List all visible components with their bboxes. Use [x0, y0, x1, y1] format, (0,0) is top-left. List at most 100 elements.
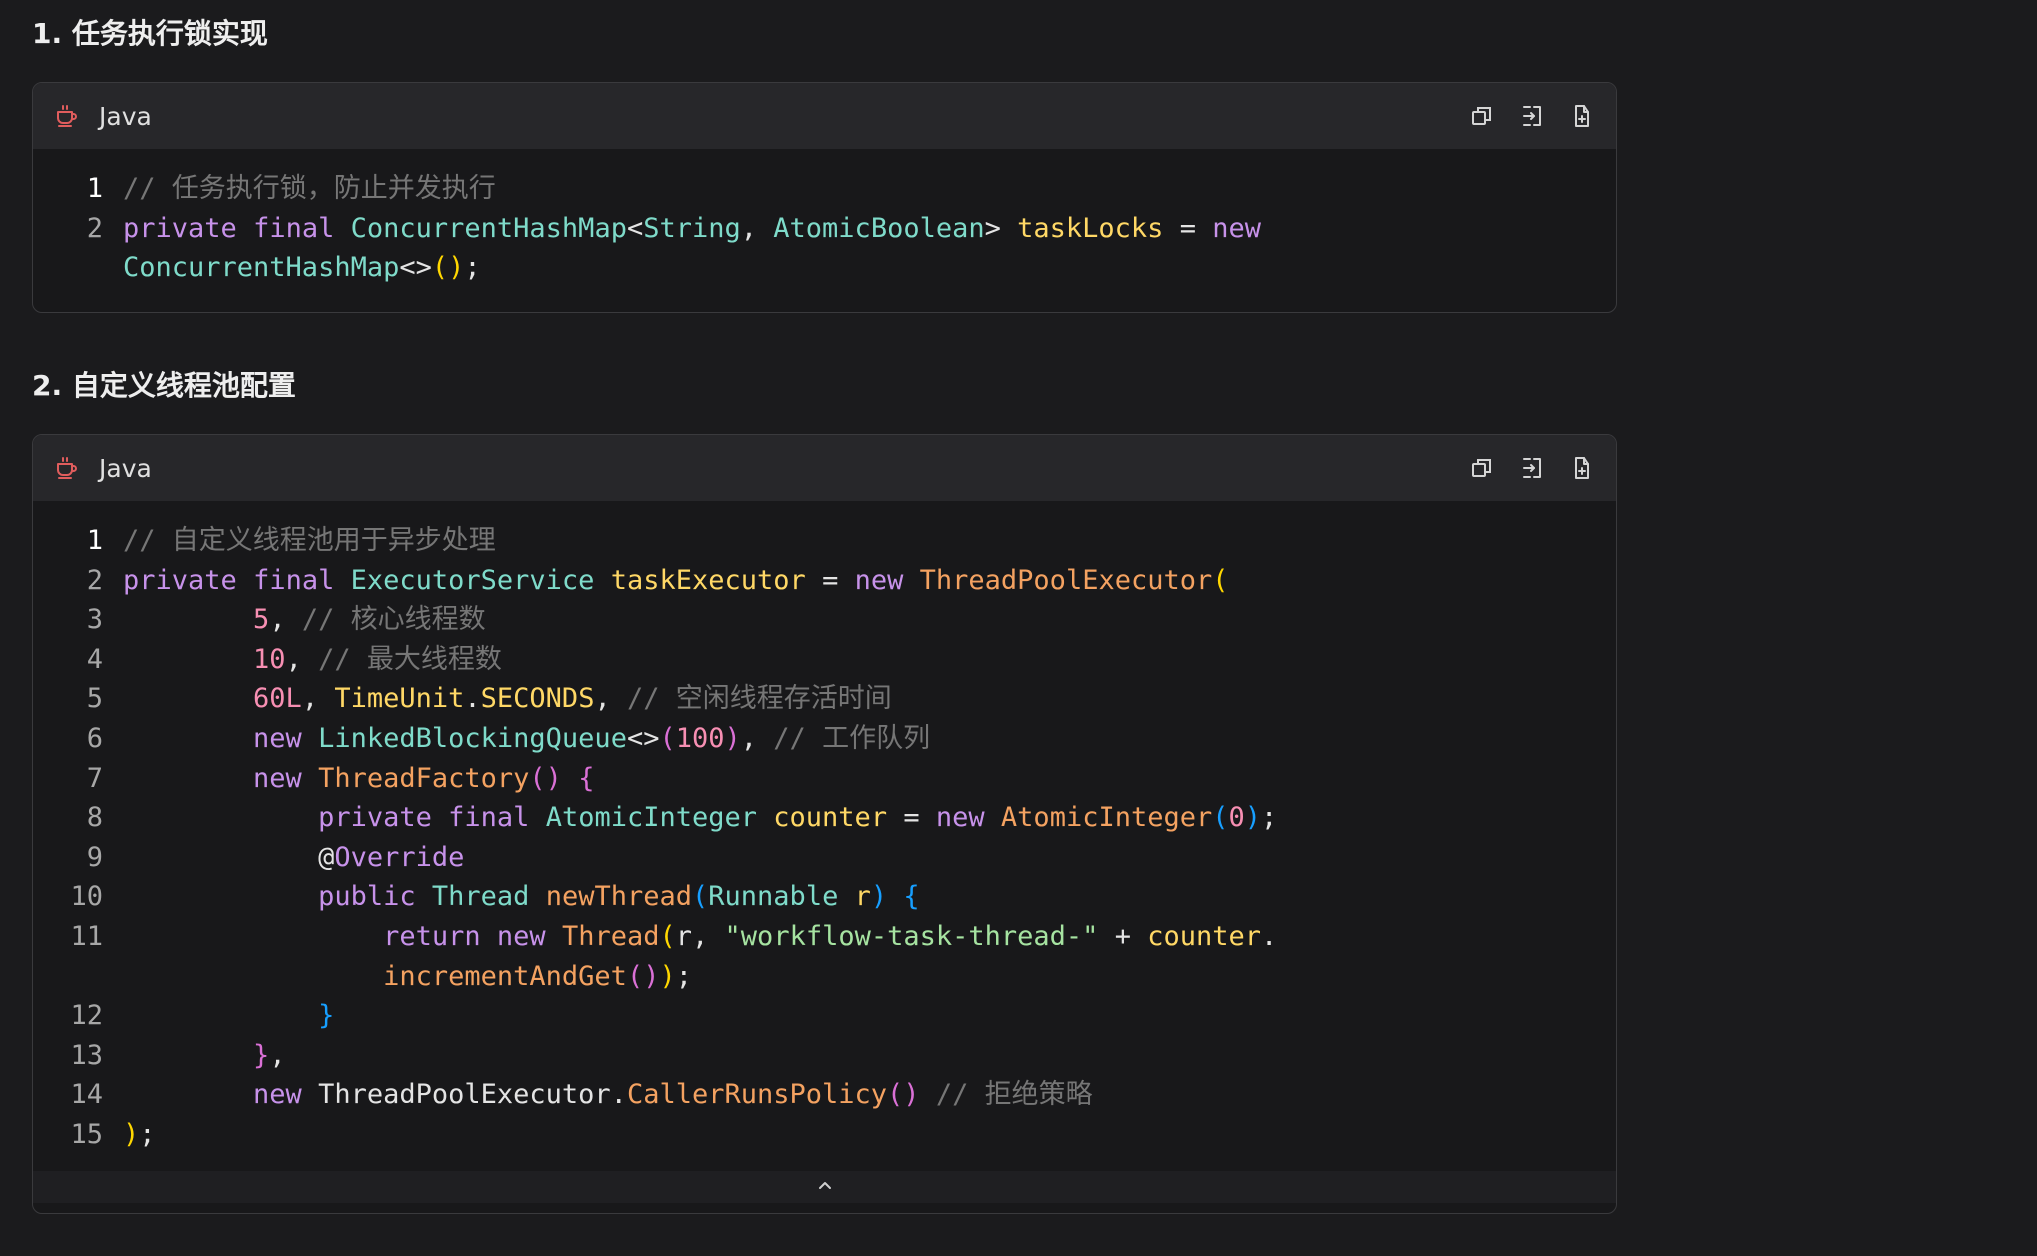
code-token: >: [984, 212, 1001, 244]
code-token: ,: [269, 604, 302, 636]
line-number: 15: [70, 1118, 103, 1150]
new-file-icon[interactable]: [1568, 454, 1596, 482]
code-token: 0: [1228, 802, 1245, 834]
code-token: ExecutorService: [350, 564, 595, 596]
code-token: new: [935, 802, 985, 834]
code-token: Override: [334, 841, 465, 873]
code-line: 1 // 任务执行锁，防止并发执行: [33, 169, 1616, 209]
code-text: 10, // 最大线程数: [123, 640, 502, 680]
code-token: ThreadPoolExecutor.: [301, 1079, 627, 1111]
code-token: }: [318, 1000, 335, 1032]
code-text: },: [123, 1036, 286, 1076]
code-token: +: [1114, 920, 1131, 952]
code-body: 1 // 自定义线程池用于异步处理 2 private final ExecutorS…: [33, 501, 1616, 1171]
insert-icon[interactable]: [1518, 102, 1546, 130]
code-line: 3 5, // 核心线程数: [33, 600, 1616, 640]
code-token: ;: [1261, 802, 1278, 834]
code-token: ThreadPoolExecutor: [919, 564, 1213, 596]
code-token: new: [253, 1079, 302, 1111]
code-token: 10: [253, 643, 286, 675]
code-text: }: [123, 996, 334, 1036]
code-token: // 拒绝策略: [935, 1079, 1093, 1111]
new-file-icon[interactable]: [1568, 102, 1596, 130]
code-token: private: [123, 564, 237, 596]
code-token: // 核心线程数: [301, 604, 486, 636]
section-title-thread-pool: 2. 自定义线程池配置: [32, 369, 296, 402]
code-line: 15);: [33, 1115, 1616, 1155]
code-token: ,: [269, 1039, 286, 1071]
code-token: AtomicInteger: [1000, 802, 1213, 834]
code-token: private: [123, 212, 237, 244]
code-token: new: [253, 762, 302, 794]
code-token: =: [822, 564, 839, 596]
code-token: final: [253, 564, 335, 596]
code-line: 9 @Override: [33, 838, 1616, 878]
code-token: Thread: [431, 881, 530, 913]
code-token: LinkedBlockingQueue: [318, 722, 627, 754]
line-number: 1: [86, 173, 103, 204]
copy-icon[interactable]: [1468, 454, 1496, 482]
line-number: 1: [86, 525, 103, 556]
code-token: ConcurrentHashMap: [350, 212, 627, 244]
code-token: ,: [301, 683, 335, 715]
code-line: 2 private final ExecutorService taskExecu…: [33, 561, 1616, 601]
code-text: new ThreadPoolExecutor.CallerRunsPolicy(…: [123, 1075, 1093, 1115]
coffee-cup-icon: [53, 102, 81, 130]
code-text: 60L, TimeUnit.SECONDS, // 空闲线程存活时间: [123, 679, 892, 719]
code-token: taskExecutor: [610, 564, 806, 596]
section-title-task-lock: 1. 任务执行锁实现: [32, 17, 268, 50]
code-token: (): [626, 960, 660, 992]
code-token: Thread: [561, 920, 660, 952]
line-number: 10: [70, 881, 103, 913]
code-text: // 任务执行锁，防止并发执行: [123, 169, 496, 209]
line-number: 9: [86, 841, 103, 873]
language-label: Java: [99, 101, 152, 131]
code-token: String: [643, 212, 741, 244]
code-text: private final ConcurrentHashMap<String, …: [123, 209, 1261, 249]
code-block-header: Java: [33, 435, 1616, 501]
code-text: public Thread newThread(Runnable r) {: [123, 877, 920, 917]
code-token: @: [318, 841, 335, 873]
code-token: =: [903, 802, 920, 834]
code-line: 8 private final AtomicInteger counter = …: [33, 798, 1616, 838]
code-token: ,: [740, 212, 774, 244]
code-token: // 自定义线程池用于异步处理: [123, 525, 496, 556]
code-token: ,: [594, 683, 627, 715]
line-number: [33, 957, 123, 997]
code-token: SECONDS: [480, 683, 595, 715]
code-token: <: [626, 212, 644, 244]
code-block-thread-pool: Java 1 // 自定义线程池用于异步处理 2 private final Exec…: [32, 434, 1617, 1214]
insert-icon[interactable]: [1518, 454, 1546, 482]
code-token: newThread: [545, 881, 693, 913]
code-token: (: [692, 881, 709, 913]
code-token: counter: [773, 802, 888, 834]
code-actions: [1468, 454, 1596, 482]
collapse-code-button[interactable]: [33, 1170, 1616, 1203]
code-token: r: [854, 881, 871, 913]
code-text: incrementAndGet());: [123, 957, 692, 997]
copy-icon[interactable]: [1468, 102, 1496, 130]
line-number: 13: [70, 1039, 103, 1071]
code-text: private final AtomicInteger counter = ne…: [123, 798, 1277, 838]
code-token: (): [431, 252, 465, 284]
code-token: ThreadFactory: [318, 762, 530, 794]
code-token: // 工作队列: [773, 722, 931, 754]
code-token: ;: [464, 252, 481, 284]
code-token: AtomicInteger: [545, 802, 758, 834]
line-number: 11: [70, 920, 103, 952]
